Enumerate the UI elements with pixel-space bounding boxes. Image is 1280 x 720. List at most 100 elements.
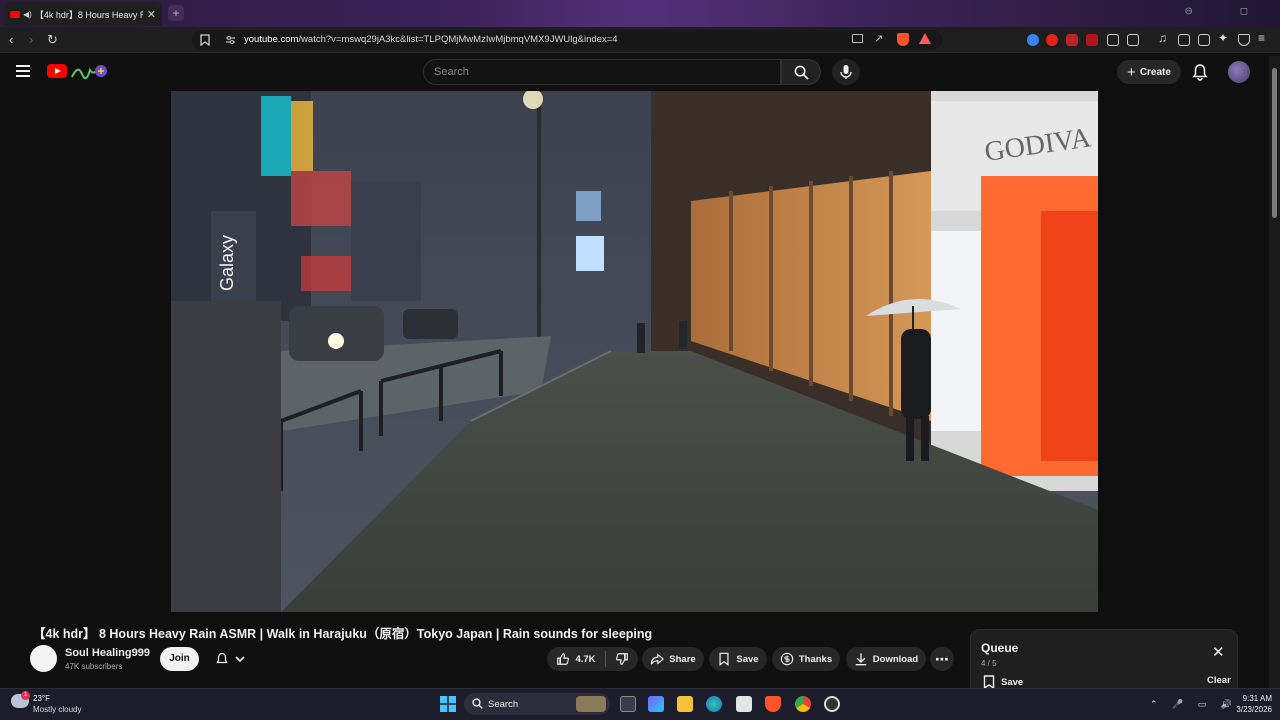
reload-icon[interactable]: ↻ [47,32,58,48]
download-button[interactable]: Download [846,647,926,671]
windows-taskbar [0,688,1280,720]
brave-shield-icon[interactable] [897,33,909,46]
rewards-icon[interactable] [919,33,931,44]
galaxy-sign: Galaxy [217,235,237,291]
notifications-bell-icon[interactable] [1191,63,1209,81]
speaker-icon[interactable]: ◀) [23,10,32,19]
copilot-icon[interactable] [648,696,664,712]
plus-icon: + [1127,63,1136,81]
extensions-puzzle-icon[interactable] [1107,34,1119,46]
window-controls[interactable]: ⊖ ◻ [1185,6,1270,17]
youtube-header: + Create [0,53,1280,91]
brave-browser-icon[interactable] [765,696,781,712]
browser-tab[interactable]: ◀) 【4k hdr】8 Hours Heavy Rain ✕ [4,2,162,26]
bell-icon [216,652,228,664]
weather-temperature[interactable]: 23°F [33,694,50,703]
join-button[interactable]: Join [160,647,199,671]
edge-icon[interactable] [706,696,722,712]
sidebar-icon[interactable] [1178,34,1190,46]
search-highlight-image [576,696,606,712]
microphone-icon [840,65,852,79]
file-explorer-icon[interactable] [677,696,693,712]
account-avatar[interactable] [1228,61,1250,83]
super-thanks-icon [780,652,794,666]
ai-sparkle-icon[interactable]: ✦ [1218,31,1230,45]
search-input[interactable] [434,66,764,78]
thanks-label: Thanks [798,653,833,665]
microsoft-store-icon[interactable] [736,696,752,712]
queue-position: 4 / 5 [981,659,997,668]
download-icon [855,653,867,666]
video-frame: Galaxy GODIVA [171,91,1098,612]
forward-icon[interactable]: › [29,32,33,47]
share-arrow-icon [651,653,665,665]
vpn-shield-icon[interactable] [1238,34,1250,46]
hamburger-menu-icon[interactable] [16,65,30,77]
more-actions-button[interactable]: ⋯ [930,647,954,671]
music-icon[interactable]: ♫ [1158,31,1170,45]
video-title: 【4k hdr】 8 Hours Heavy Rain ASMR | Walk … [33,627,653,641]
youtube-favicon-icon [10,10,20,18]
channel-name[interactable]: Soul Healing999 [65,647,150,659]
queue-panel: Queue 4 / 5 ✕ Save Clear [970,629,1238,691]
bookmark-icon [983,675,995,689]
browser-tab-strip: ◀) 【4k hdr】8 Hours Heavy Rain ✕ + ⊖ ◻ [0,0,1280,27]
queue-save-button[interactable]: Save [983,675,1023,689]
clock-time: 9:31 AM [1242,694,1272,703]
like-icon[interactable] [556,652,570,666]
chrome-icon[interactable] [795,696,811,712]
save-label: Save [736,653,759,665]
site-info-icon[interactable] [225,35,236,45]
thanks-button[interactable]: Thanks [772,647,840,671]
browser-toolbar: ‹ › ↻ youtube.com/watch?v=mswq29jA3kc&li… [0,27,1280,53]
share-label: Share [669,653,696,665]
dislike-icon[interactable] [615,652,629,666]
subscription-notifications-button[interactable] [206,648,254,670]
clock-date: 3/23/2026 [1236,705,1272,714]
subscriber-count: 47K subscribers [65,662,123,671]
save-button[interactable]: Save [709,647,767,671]
weather-condition[interactable]: Mostly cloudy [33,705,81,714]
bookmark-icon[interactable] [200,34,210,46]
scrollbar-thumb[interactable] [1272,68,1277,218]
taskbar-clock[interactable]: 9:31 AM 3/23/2026 [1222,693,1272,715]
address-bar[interactable]: youtube.com/watch?v=mswq29jA3kc&list=TLP… [192,30,942,50]
chevron-down-icon [235,656,245,663]
extension-2-icon[interactable] [1046,34,1058,46]
page-scrollbar[interactable] [1269,56,1280,688]
obs-icon[interactable] [824,696,840,712]
queue-close-icon[interactable]: ✕ [1212,643,1225,661]
windows-start-icon[interactable] [440,696,456,712]
weather-badge: 1 [21,691,30,700]
extension-4-icon[interactable] [1086,34,1098,46]
cast-icon[interactable] [852,34,863,43]
share-button[interactable]: Share [642,647,704,671]
taskbar-search[interactable]: Search [464,693,610,715]
queue-clear-button[interactable]: Clear [1207,675,1231,686]
youtube-doodle-logo[interactable] [70,62,108,80]
tab-close-icon[interactable]: ✕ [147,8,156,21]
video-player[interactable]: Galaxy GODIVA [171,91,1098,612]
url-text: youtube.com/watch?v=mswq29jA3kc&list=TLP… [244,34,618,45]
task-view-icon[interactable] [620,696,636,712]
search-box[interactable] [423,59,781,85]
browser-menu-icon[interactable]: ≡ [1258,31,1270,45]
new-tab-button[interactable]: + [168,5,184,21]
url-domain: youtube.com [244,34,299,45]
search-button[interactable] [781,59,821,85]
extension-3-icon[interactable] [1066,34,1078,46]
voice-search-button[interactable] [832,59,860,85]
extension-5-icon[interactable] [1127,34,1139,46]
taskbar-search-label: Search [488,699,519,710]
channel-avatar[interactable] [30,645,57,672]
back-icon[interactable]: ‹ [9,32,13,47]
like-dislike-group: 4.7K [547,647,638,671]
queue-title: Queue [981,641,1019,655]
bookmark-icon [719,652,729,666]
youtube-logo-icon[interactable] [47,64,67,78]
wallet-icon[interactable] [1198,34,1210,46]
extension-1-icon[interactable] [1027,34,1039,46]
share-icon[interactable]: ↗ [874,32,883,45]
create-button[interactable]: + Create [1117,60,1181,84]
like-count[interactable]: 4.7K [575,654,595,665]
